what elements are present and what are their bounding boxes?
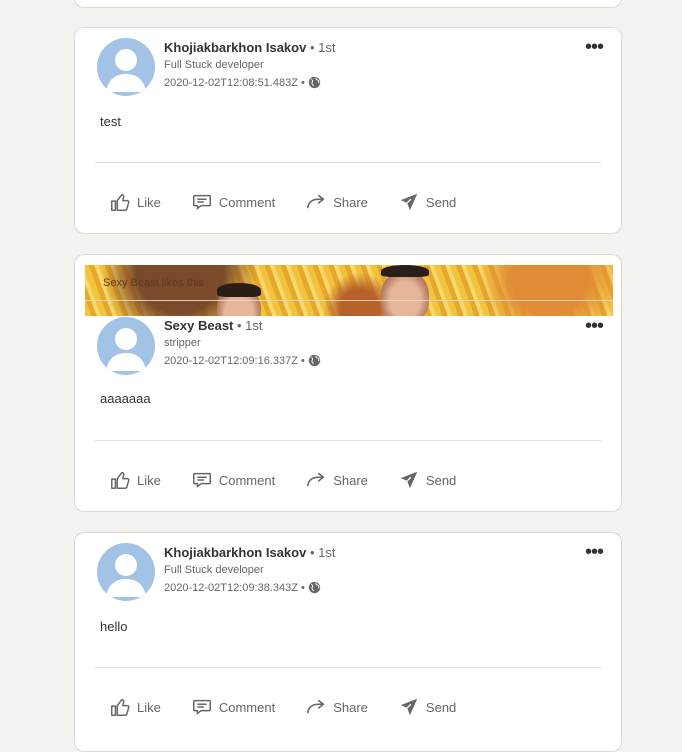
globe-icon — [308, 581, 321, 594]
send-button[interactable]: Send — [398, 696, 456, 718]
share-button[interactable]: Share — [305, 469, 368, 491]
comment-button[interactable]: Comment — [191, 191, 275, 213]
post-text: hello — [100, 619, 128, 634]
share-arrow-icon — [307, 472, 325, 487]
author-name[interactable]: Khojiakbarkhon Isakov — [164, 545, 306, 560]
like-button[interactable]: Like — [109, 696, 161, 718]
author-line: Sexy Beast • 1st — [164, 318, 263, 333]
comment-label: Comment — [218, 699, 276, 715]
activity-user[interactable]: Sexy Beast — [103, 277, 159, 289]
divider — [95, 667, 601, 668]
send-button[interactable]: Send — [398, 191, 456, 213]
share-label: Share — [333, 699, 368, 715]
connection-degree: • 1st — [237, 318, 263, 333]
author-headline: stripper — [164, 337, 201, 349]
post-actions: Like Comment Share Send — [109, 191, 486, 213]
more-options-icon[interactable]: ••• — [585, 542, 604, 562]
previous-post-card — [74, 0, 622, 8]
connection-degree: • 1st — [309, 545, 336, 560]
paper-plane-icon — [400, 698, 418, 716]
comment-button[interactable]: Comment — [191, 469, 275, 491]
post-card: ••• Khojiakbarkhon Isakov • 1st Full Stu… — [74, 27, 622, 234]
timestamp-text: 2020-12-02T12:08:51.483Z • — [164, 76, 305, 89]
activity-banner: Sexy Beast likes this — [85, 265, 613, 316]
like-label: Like — [137, 472, 161, 488]
divider — [95, 440, 601, 441]
activity-note: Sexy Beast likes this — [103, 277, 204, 289]
share-label: Share — [333, 194, 368, 210]
connection-degree: • 1st — [309, 40, 336, 55]
like-button[interactable]: Like — [109, 191, 161, 213]
like-label: Like — [137, 194, 161, 210]
comment-label: Comment — [218, 472, 276, 488]
post-timestamp: 2020-12-02T12:09:38.343Z • — [164, 581, 321, 594]
timestamp-text: 2020-12-02T12:09:16.337Z • — [164, 354, 305, 367]
more-options-icon[interactable]: ••• — [585, 316, 604, 336]
share-arrow-icon — [307, 699, 325, 714]
avatar[interactable] — [97, 543, 155, 601]
author-name[interactable]: Khojiakbarkhon Isakov — [164, 40, 306, 55]
share-arrow-icon — [307, 194, 325, 209]
thumbs-up-icon — [111, 698, 130, 716]
paper-plane-icon — [400, 471, 418, 489]
post-text: test — [100, 114, 121, 129]
send-label: Send — [425, 194, 457, 210]
author-name[interactable]: Sexy Beast — [164, 318, 233, 333]
comment-bubble-icon — [192, 194, 211, 210]
timestamp-text: 2020-12-02T12:09:38.343Z • — [164, 581, 305, 594]
globe-icon — [308, 76, 321, 89]
send-label: Send — [425, 699, 457, 715]
comment-label: Comment — [218, 194, 276, 210]
post-text: aaaaaaa — [100, 391, 151, 406]
share-label: Share — [333, 472, 368, 488]
author-headline: Full Stuck developer — [164, 564, 264, 576]
author-line: Khojiakbarkhon Isakov • 1st — [164, 545, 335, 560]
post-card: ••• Khojiakbarkhon Isakov • 1st Full Stu… — [74, 532, 622, 752]
like-label: Like — [137, 699, 161, 715]
post-timestamp: 2020-12-02T12:08:51.483Z • — [164, 76, 321, 89]
comment-bubble-icon — [192, 699, 211, 715]
send-button[interactable]: Send — [398, 469, 456, 491]
share-button[interactable]: Share — [305, 696, 368, 718]
post-timestamp: 2020-12-02T12:09:16.337Z • — [164, 354, 321, 367]
avatar[interactable] — [97, 317, 155, 375]
like-button[interactable]: Like — [109, 469, 161, 491]
post-actions: Like Comment Share Send — [109, 469, 486, 491]
post-card: Sexy Beast likes this ••• Sexy Beast • 1… — [74, 254, 622, 512]
paper-plane-icon — [400, 193, 418, 211]
share-button[interactable]: Share — [305, 191, 368, 213]
author-line: Khojiakbarkhon Isakov • 1st — [164, 40, 335, 55]
avatar[interactable] — [97, 38, 155, 96]
activity-text: likes this — [161, 277, 204, 289]
globe-icon — [308, 354, 321, 367]
comment-bubble-icon — [192, 472, 211, 488]
post-actions: Like Comment Share Send — [109, 696, 486, 718]
divider — [95, 162, 601, 163]
comment-button[interactable]: Comment — [191, 696, 275, 718]
banner-divider — [85, 300, 613, 301]
thumbs-up-icon — [111, 193, 130, 211]
thumbs-up-icon — [111, 471, 130, 489]
send-label: Send — [425, 472, 457, 488]
author-headline: Full Stuck developer — [164, 59, 264, 71]
more-options-icon[interactable]: ••• — [585, 37, 604, 57]
